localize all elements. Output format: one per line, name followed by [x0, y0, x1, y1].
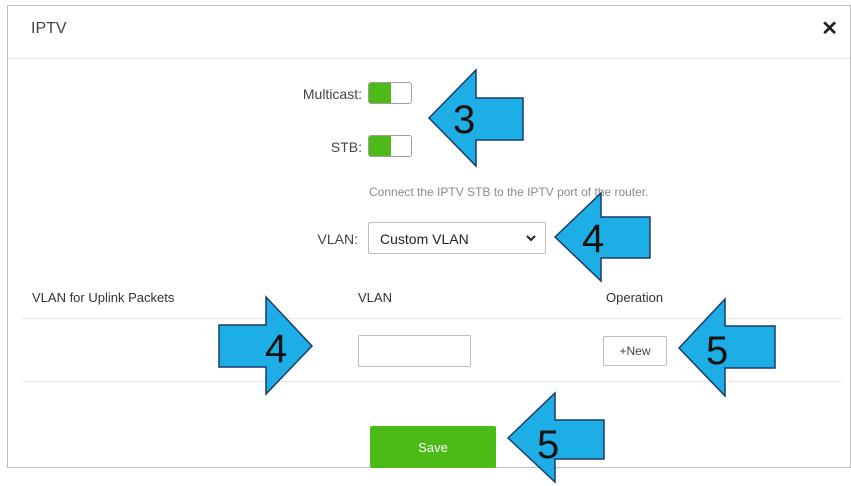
multicast-label: Multicast:	[302, 86, 362, 102]
multicast-toggle[interactable]	[368, 82, 412, 104]
table-row-divider	[22, 381, 842, 382]
vlan-id-input[interactable]	[358, 335, 471, 367]
stb-port-hint: Connect the IPTV STB to the IPTV port of…	[369, 185, 649, 199]
chevron-down-icon	[526, 235, 536, 242]
stb-toggle[interactable]	[368, 135, 412, 157]
stb-toggle-knob	[369, 136, 391, 156]
vlan-select[interactable]: Custom VLAN	[368, 222, 546, 254]
close-icon[interactable]: ✕	[821, 16, 838, 41]
column-header-vlan: VLAN	[358, 290, 392, 305]
save-button[interactable]: Save	[370, 426, 496, 468]
vlan-select-value: Custom VLAN	[380, 231, 469, 247]
multicast-toggle-knob	[369, 83, 391, 103]
add-new-button[interactable]: +New	[603, 336, 667, 366]
stb-label: STB:	[330, 139, 362, 155]
column-header-operation: Operation	[606, 290, 664, 305]
table-header-divider	[22, 318, 842, 319]
column-header-uplink: VLAN for Uplink Packets	[32, 290, 175, 305]
dialog-header: IPTV ✕	[8, 6, 850, 59]
vlan-label: VLAN:	[317, 231, 358, 247]
dialog-title: IPTV	[31, 20, 67, 37]
